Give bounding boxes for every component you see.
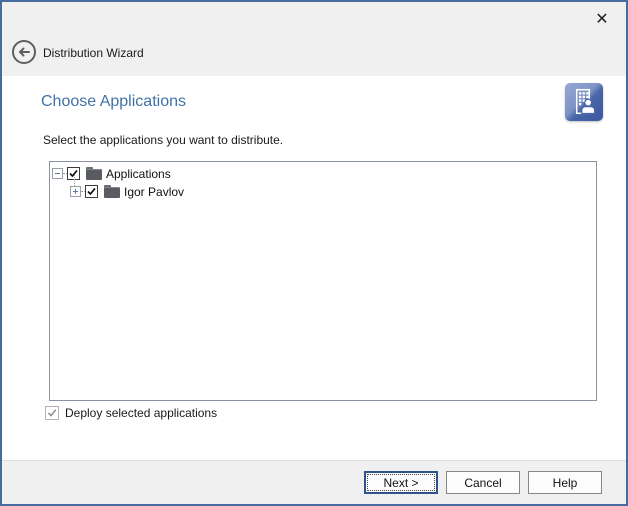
folder-icon bbox=[104, 185, 120, 198]
close-button[interactable]: ✕ bbox=[588, 6, 616, 32]
wizard-title: Distribution Wizard bbox=[43, 46, 144, 60]
applications-tree[interactable]: Applications Igor Pavlov bbox=[49, 161, 597, 401]
checkmark-icon bbox=[87, 187, 96, 196]
instruction-text: Select the applications you want to dist… bbox=[43, 133, 283, 147]
close-icon: ✕ bbox=[595, 9, 608, 29]
back-button[interactable] bbox=[11, 39, 37, 65]
tree-item-label[interactable]: Applications bbox=[106, 167, 171, 181]
wizard-page: Choose Applications Select the applicati… bbox=[2, 76, 626, 460]
tree-item-igor-pavlov[interactable]: Igor Pavlov bbox=[50, 182, 184, 201]
deploy-checkbox-label[interactable]: Deploy selected applications bbox=[65, 406, 217, 420]
help-button[interactable]: Help bbox=[528, 471, 602, 494]
tree-item-applications[interactable]: Applications bbox=[50, 164, 171, 183]
collapse-minus-icon[interactable] bbox=[52, 168, 63, 179]
applications-building-icon bbox=[565, 83, 603, 121]
igor-pavlov-checkbox[interactable] bbox=[85, 185, 98, 198]
folder-icon bbox=[86, 167, 102, 180]
page-title: Choose Applications bbox=[41, 93, 186, 111]
deploy-checkbox-row: Deploy selected applications bbox=[45, 406, 217, 420]
tree-item-label[interactable]: Igor Pavlov bbox=[124, 185, 184, 199]
expand-plus-icon[interactable] bbox=[70, 186, 81, 197]
distribution-wizard-window: ✕ Distribution Wizard Choose Application… bbox=[0, 0, 628, 506]
wizard-header: ✕ Distribution Wizard bbox=[2, 2, 626, 76]
cancel-button[interactable]: Cancel bbox=[446, 471, 520, 494]
next-button[interactable]: Next > bbox=[364, 471, 438, 494]
back-arrow-icon bbox=[11, 52, 37, 69]
deploy-checkbox[interactable] bbox=[45, 406, 59, 420]
wizard-footer: Next > Cancel Help bbox=[2, 460, 626, 504]
checkmark-icon bbox=[47, 408, 57, 418]
